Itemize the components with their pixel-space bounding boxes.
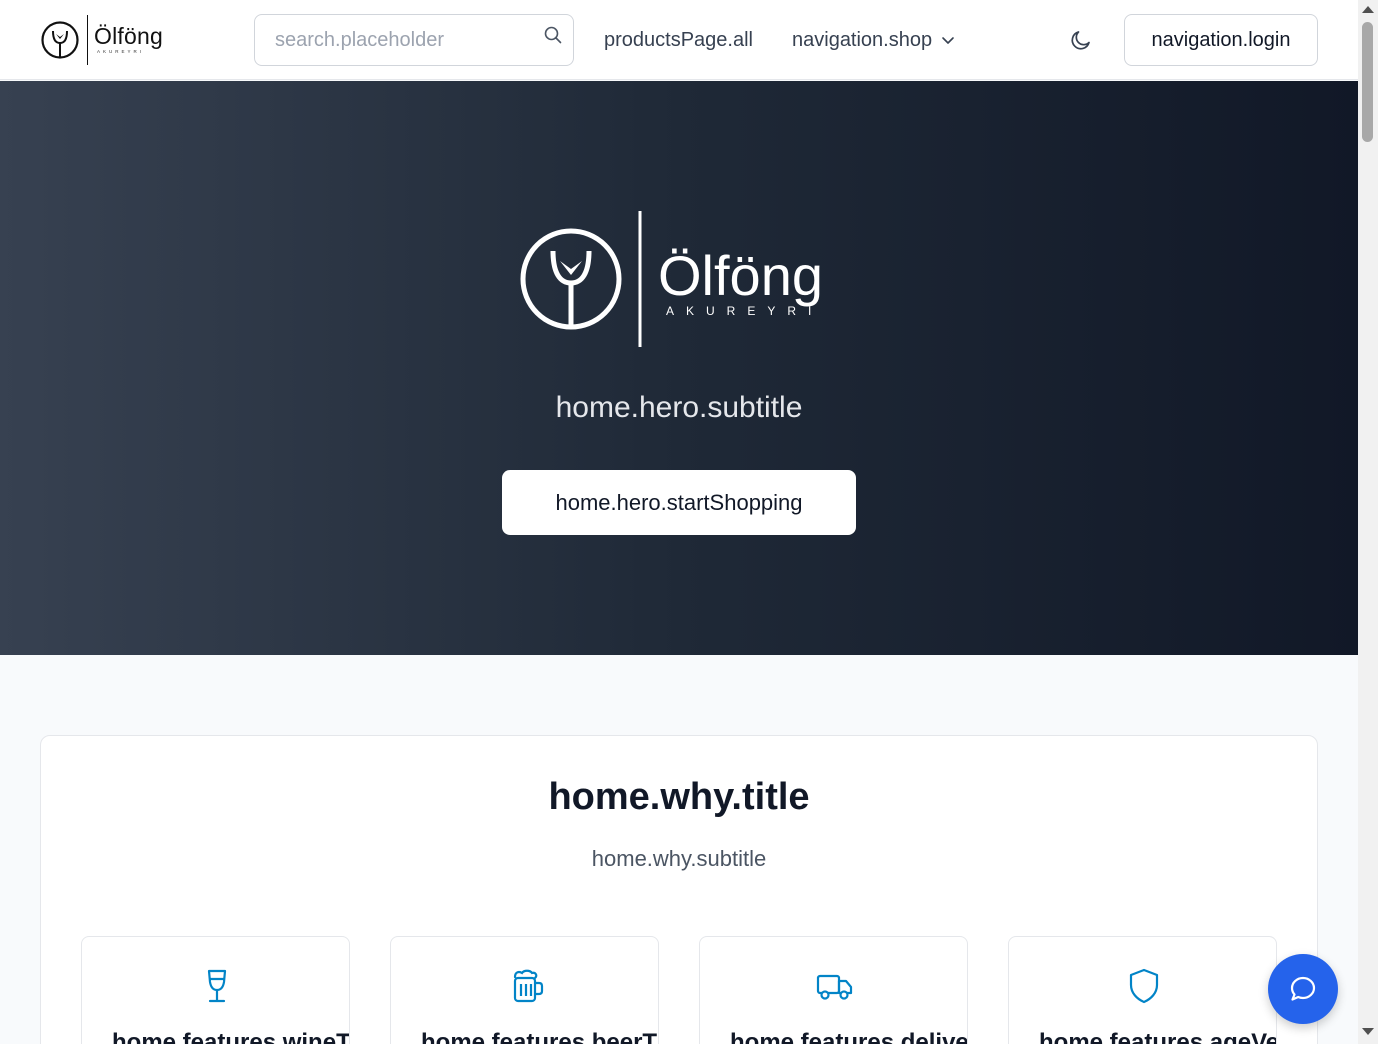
page-scrollbar[interactable] <box>1358 0 1378 1044</box>
wine-glass-icon <box>207 969 227 1003</box>
brand-logo[interactable]: Ölföng AKUREYRI <box>40 14 166 66</box>
brand-wordmark: Ölföng AKUREYRI <box>94 25 163 55</box>
why-section: home.why.title home.why.subtitle home.fe… <box>40 735 1318 1044</box>
chat-button[interactable] <box>1268 954 1338 1024</box>
nav-shop-dropdown[interactable]: navigation.shop <box>792 26 956 54</box>
scroll-thumb[interactable] <box>1362 22 1373 142</box>
brand-name: Ölföng <box>94 23 163 50</box>
nav-all-products[interactable]: productsPage.all <box>604 26 753 54</box>
feature-card-beer: home.features.beerTitle <box>390 936 659 1044</box>
truck-icon <box>816 974 853 1000</box>
scroll-down-arrow[interactable] <box>1362 1028 1374 1035</box>
top-navbar: Ölföng AKUREYRI productsPage.all navigat… <box>0 0 1358 80</box>
moon-icon <box>1071 31 1090 50</box>
beer-mug-icon <box>513 969 544 1003</box>
shield-icon <box>1129 968 1159 1004</box>
search-box <box>254 14 574 66</box>
why-title: home.why.title <box>548 776 810 818</box>
wine-glass-logo-icon <box>41 21 79 59</box>
login-button[interactable]: navigation.login <box>1124 14 1318 66</box>
feature-card-age-verification: home.features.ageVerificationTitle <box>1008 936 1277 1044</box>
why-subtitle: home.why.subtitle <box>591 846 767 871</box>
brand-subtitle: AKUREYRI <box>97 49 145 55</box>
search-icon[interactable] <box>543 25 563 45</box>
nav-shop-label: navigation.shop <box>792 29 933 51</box>
chat-bubble-icon <box>1290 976 1316 1001</box>
feature-title: home.features.beerTitle <box>421 1029 658 1044</box>
hero-section: Ölföng AKUREYRI home.hero.subtitle home.… <box>0 81 1358 655</box>
hero-subtitle: home.hero.subtitle <box>555 391 803 424</box>
hero-brand-subtitle: AKUREYRI <box>666 304 823 318</box>
feature-title: home.features.ageVerificationTitle <box>1039 1029 1277 1044</box>
nav-all-products-label: productsPage.all <box>604 29 753 51</box>
feature-card-wine: home.features.wineTitle <box>81 936 350 1044</box>
feature-title: home.features.wineTitle <box>112 1029 350 1044</box>
feature-card-delivery: home.features.deliveryTitle <box>699 936 968 1044</box>
start-shopping-button[interactable]: home.hero.startShopping <box>502 470 856 535</box>
chevron-down-icon <box>942 37 954 44</box>
hero-brand-logo: Ölföng AKUREYRI <box>520 211 823 347</box>
search-input[interactable] <box>255 15 573 65</box>
feature-title: home.features.deliveryTitle <box>730 1029 968 1044</box>
scroll-up-arrow[interactable] <box>1362 6 1374 13</box>
theme-toggle-button[interactable] <box>1066 25 1096 55</box>
hero-brand-name: Ölföng <box>658 244 823 307</box>
logo-divider <box>87 15 88 65</box>
